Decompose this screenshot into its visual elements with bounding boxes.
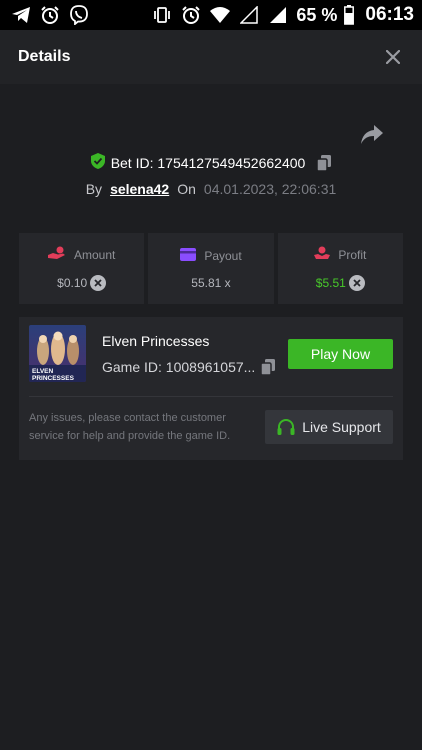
username-link[interactable]: selena42 [110, 181, 169, 197]
alarm-icon [180, 4, 202, 26]
stat-value: $5.51 [315, 276, 346, 290]
stat-label: Amount [73, 247, 116, 262]
share-button[interactable] [360, 124, 384, 146]
copy-icon [260, 359, 275, 376]
battery-icon [344, 4, 355, 26]
page-title: Details [18, 48, 71, 65]
copy-game-id-button[interactable] [260, 359, 277, 377]
stat-value: $0.10 [57, 276, 88, 290]
bet-date: 04.01.2023, 22:06:31 [203, 181, 337, 197]
signal-icon [267, 4, 289, 26]
clock: 06:13 [365, 4, 414, 25]
vibrate-icon [151, 4, 173, 26]
status-bar-right: 65 % 06:13 [151, 4, 414, 26]
live-support-label: Live Support [302, 419, 381, 435]
stat-value: 55.81 x [191, 275, 231, 290]
wifi-icon [209, 4, 231, 26]
on-label: On [177, 181, 196, 197]
hand-profit-icon [314, 246, 331, 263]
live-support-button[interactable]: Live Support [265, 410, 393, 444]
headset-icon [277, 418, 295, 436]
game-id: Game ID: 1008961057... [102, 359, 256, 375]
share-icon [361, 125, 383, 144]
close-icon [386, 50, 400, 64]
copy-bet-id-button[interactable] [317, 155, 332, 171]
viber-icon [68, 4, 90, 26]
game-name: Elven Princesses [102, 333, 210, 349]
card-icon [180, 247, 197, 264]
status-bar-left [10, 4, 90, 26]
game-card: ELVEN PRINCESSES Elven Princesses Game I… [19, 317, 403, 460]
stat-card-payout: Payout 55.81 x [148, 233, 274, 304]
stat-card-amount: Amount $0.10 [19, 233, 145, 304]
bet-meta-row: By selena42 On 04.01.2023, 22:06:31 [0, 178, 422, 200]
coin-icon [348, 275, 365, 291]
signal-empty-icon [238, 4, 260, 26]
stat-card-profit: Profit $5.51 [277, 233, 403, 304]
by-label: By [85, 181, 103, 197]
stat-label: Payout [204, 248, 242, 263]
support-notice: Any issues, please contact the customer … [29, 412, 231, 442]
telegram-icon [10, 4, 32, 26]
bet-id: Bet ID: 1754127549452662400 [110, 155, 306, 171]
coin-icon [90, 275, 107, 291]
thumb-title-line2: PRINCESSES [32, 375, 75, 382]
bet-id-row: Bet ID: 1754127549452662400 [0, 152, 422, 174]
thumb-title-line1: ELVEN [32, 368, 53, 375]
status-bar: 65 % 06:13 [0, 0, 422, 30]
alarm-icon [39, 4, 61, 26]
divider [29, 396, 393, 397]
battery-percent: 65 % [296, 4, 338, 25]
play-now-button[interactable]: Play Now [288, 339, 393, 369]
hand-coins-icon [47, 246, 66, 263]
stats-row: Amount $0.10 Payout 55.81 x Profit $5.51 [19, 233, 403, 304]
stat-label: Profit [338, 247, 367, 262]
details-header: Details [0, 30, 422, 84]
game-thumbnail[interactable]: ELVEN PRINCESSES [29, 325, 86, 382]
copy-icon [317, 155, 332, 171]
shield-check-icon [90, 152, 105, 174]
close-button[interactable] [382, 46, 404, 68]
